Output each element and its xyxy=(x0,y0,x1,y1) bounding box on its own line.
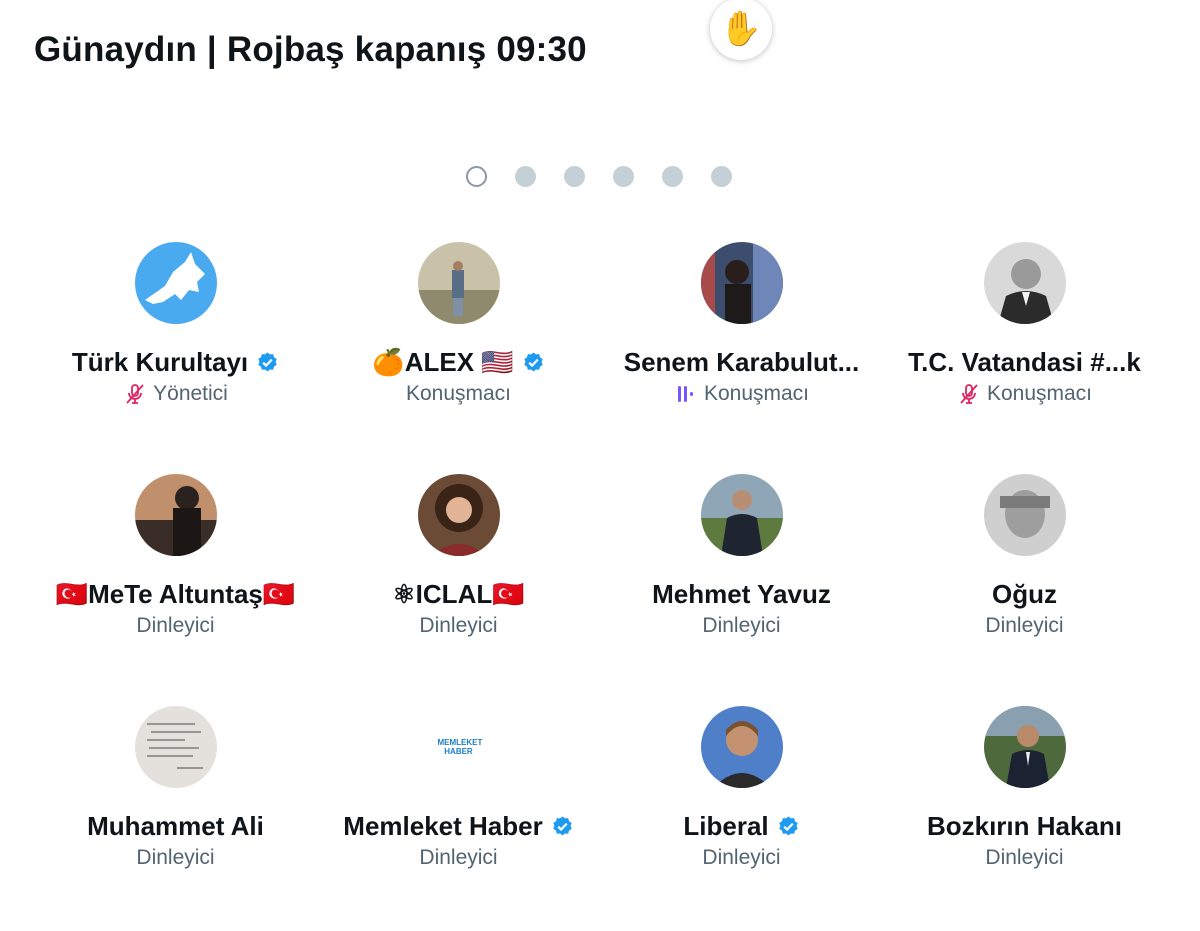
participant-name: Bozkırın Hakanı xyxy=(926,810,1123,841)
memleket-haber-logo: MEMLEKET HABER xyxy=(437,738,483,756)
participant-name: Türk Kurultayı xyxy=(71,346,249,377)
page-dot-4[interactable] xyxy=(613,166,634,187)
avatar[interactable] xyxy=(983,706,1066,788)
participant-role: Yönetici xyxy=(153,382,228,405)
participant-role: Dinleyici xyxy=(419,846,498,869)
participant-name: Mehmet Yavuz xyxy=(652,578,831,609)
participant-role: Dinleyici xyxy=(985,614,1064,637)
participant-role: Dinleyici xyxy=(985,846,1064,869)
participant-card[interactable]: Liberal Dinleyici xyxy=(600,699,883,931)
participant-card[interactable]: T.C. Vatandasi #...k Konuşmacı xyxy=(883,235,1166,467)
participant-role: Dinleyici xyxy=(136,846,215,869)
avatar[interactable] xyxy=(417,474,500,556)
participant-card[interactable]: Oğuz Dinleyici xyxy=(883,467,1166,699)
participant-role: Konuşmacı xyxy=(405,382,512,405)
avatar[interactable] xyxy=(134,242,217,324)
participant-grid: Türk Kurultayı Yönetici 🍊ALEX 🇺🇸 Konuşma… xyxy=(34,235,1166,931)
avatar[interactable] xyxy=(417,242,500,324)
page-dot-5[interactable] xyxy=(662,166,683,187)
page-dot-1[interactable] xyxy=(466,166,487,187)
participant-role: Konuşmacı xyxy=(986,382,1093,405)
participant-name: Memleket Haber xyxy=(343,810,543,841)
participant-role: Dinleyici xyxy=(419,614,498,637)
space-title: Günaydın | Rojbaş kapanış 09:30 xyxy=(34,30,587,69)
participant-card[interactable]: 🇹🇷MeTe Altuntaş🇹🇷 Dinleyici xyxy=(34,467,317,699)
participant-name: ⚛ICLAL🇹🇷 xyxy=(392,578,525,609)
speaking-icon xyxy=(677,386,693,402)
participant-card[interactable]: ⚛ICLAL🇹🇷 Dinleyici xyxy=(317,467,600,699)
avatar[interactable] xyxy=(700,242,783,324)
participant-name: Muhammet Ali xyxy=(87,810,264,841)
page-dot-3[interactable] xyxy=(564,166,585,187)
verified-badge-icon xyxy=(523,351,543,371)
avatar[interactable] xyxy=(134,706,217,788)
page-dot-2[interactable] xyxy=(515,166,536,187)
participant-name: Oğuz xyxy=(992,578,1057,609)
participant-name: T.C. Vatandasi #...k xyxy=(908,346,1141,377)
avatar[interactable] xyxy=(700,706,783,788)
participant-card[interactable]: MEMLEKET HABER Memleket Haber Dinleyici xyxy=(317,699,600,931)
page-dot-6[interactable] xyxy=(711,166,732,187)
participant-card[interactable]: Muhammet Ali Dinleyici xyxy=(34,699,317,931)
participant-name: 🍊ALEX 🇺🇸 xyxy=(372,346,514,377)
participant-name: Senem Karabulut... xyxy=(623,346,860,377)
participant-name: 🇹🇷MeTe Altuntaş🇹🇷 xyxy=(55,578,296,609)
participant-card[interactable]: Türk Kurultayı Yönetici xyxy=(34,235,317,467)
avatar[interactable] xyxy=(700,474,783,556)
raised-hand-icon: ✋ xyxy=(710,0,772,60)
participant-name: Liberal xyxy=(683,810,769,841)
participant-role: Dinleyici xyxy=(702,614,781,637)
mic-muted-icon xyxy=(126,384,144,404)
avatar[interactable]: MEMLEKET HABER xyxy=(417,706,500,788)
verified-badge-icon xyxy=(778,815,798,835)
verified-badge-icon xyxy=(258,351,277,371)
participant-card[interactable]: Mehmet Yavuz Dinleyici xyxy=(600,467,883,699)
avatar[interactable] xyxy=(983,242,1066,324)
participant-role: Konuşmacı xyxy=(703,382,810,405)
participant-card[interactable]: 🍊ALEX 🇺🇸 Konuşmacı xyxy=(317,235,600,467)
avatar[interactable] xyxy=(983,474,1066,556)
participant-role: Dinleyici xyxy=(136,614,215,637)
mic-muted-icon xyxy=(960,384,978,404)
participant-card[interactable]: Senem Karabulut... Konuşmacı xyxy=(600,235,883,467)
page-indicator xyxy=(466,166,732,187)
participant-card[interactable]: Bozkırın Hakanı Dinleyici xyxy=(883,699,1166,931)
avatar[interactable] xyxy=(134,474,217,556)
participant-role: Dinleyici xyxy=(702,846,781,869)
verified-badge-icon xyxy=(553,815,572,835)
